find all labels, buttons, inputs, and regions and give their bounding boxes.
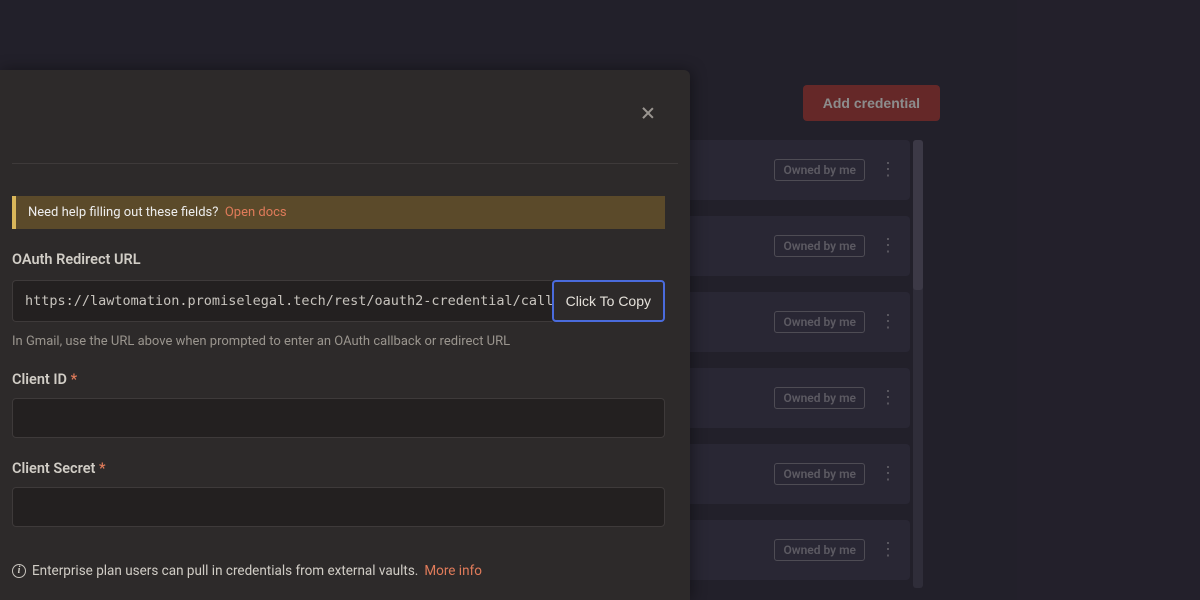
enterprise-note-text: Enterprise plan users can pull in creden… bbox=[32, 563, 418, 579]
credential-modal: Need help filling out these fields? Open… bbox=[0, 70, 690, 600]
enterprise-note: i Enterprise plan users can pull in cred… bbox=[12, 563, 678, 579]
close-icon[interactable] bbox=[640, 106, 656, 122]
oauth-redirect-url: https://lawtomation.promiselegal.tech/re… bbox=[12, 280, 552, 322]
help-banner: Need help filling out these fields? Open… bbox=[12, 196, 665, 229]
client-id-label: Client ID * bbox=[12, 371, 678, 388]
info-icon: i bbox=[12, 564, 26, 578]
more-info-link[interactable]: More info bbox=[424, 563, 482, 579]
client-secret-input[interactable] bbox=[12, 487, 665, 527]
open-docs-link[interactable]: Open docs bbox=[225, 205, 287, 220]
oauth-help-text: In Gmail, use the URL above when prompte… bbox=[12, 334, 678, 349]
client-secret-label: Client Secret * bbox=[12, 460, 678, 477]
oauth-redirect-label: OAuth Redirect URL bbox=[12, 251, 678, 268]
help-banner-text: Need help filling out these fields? bbox=[28, 205, 218, 220]
copy-url-button[interactable]: Click To Copy bbox=[552, 280, 665, 322]
client-id-input[interactable] bbox=[12, 398, 665, 438]
